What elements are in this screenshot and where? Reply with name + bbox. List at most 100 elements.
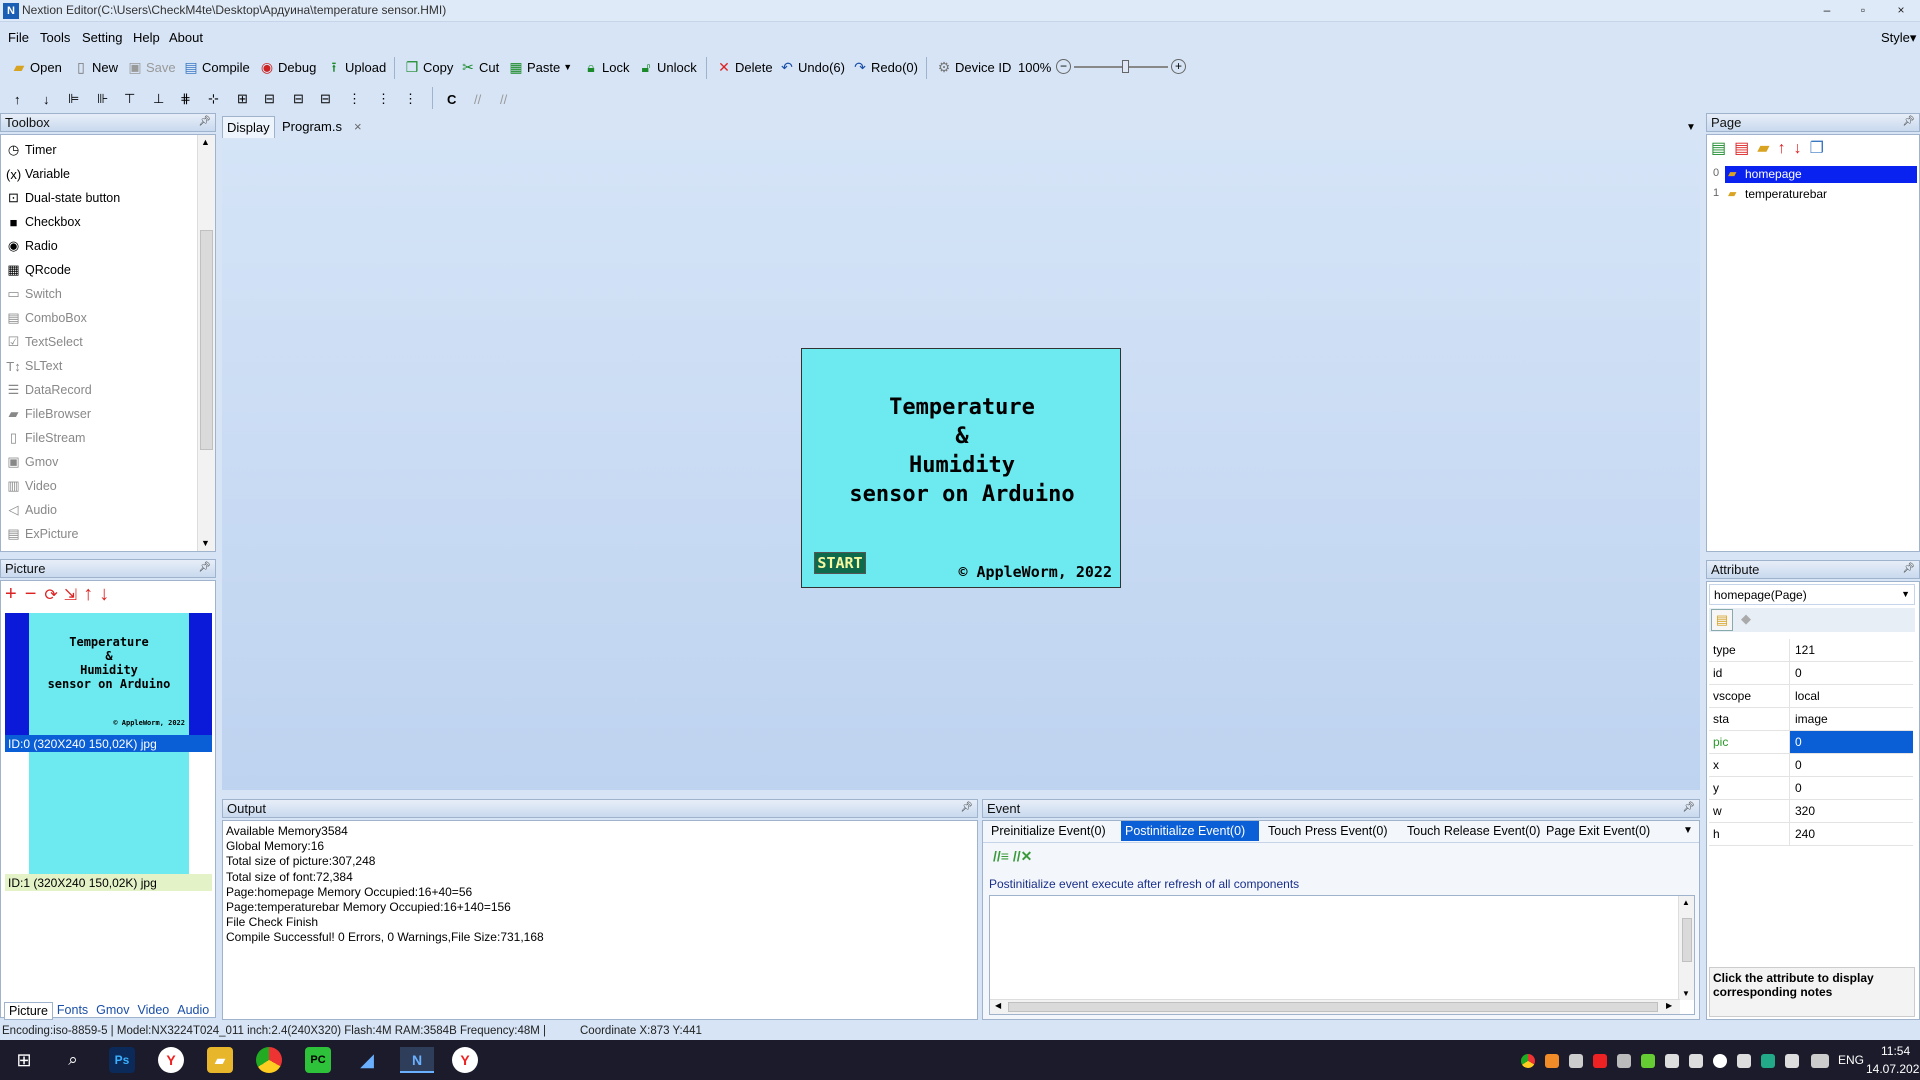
page-item-0[interactable]: 0 homepage ▰ bbox=[1711, 165, 1917, 183]
picture-caption-1[interactable]: ID:1 (320X240 150,02K) jpg bbox=[5, 874, 212, 891]
attribute-row-vscope[interactable]: vscope local bbox=[1709, 685, 1913, 708]
scroll-up-icon[interactable]: ▲ bbox=[201, 137, 210, 147]
menu-help[interactable]: Help bbox=[133, 30, 160, 45]
yandex-browser-icon[interactable]: Y bbox=[158, 1047, 184, 1073]
picture-thumb-1[interactable] bbox=[5, 752, 212, 874]
same-width-icon[interactable]: ⊟ bbox=[264, 88, 275, 110]
pin-icon[interactable]: 📌︎ bbox=[960, 802, 973, 813]
menu-file[interactable]: File bbox=[8, 30, 29, 45]
export-icon[interactable]: ⇲ bbox=[64, 587, 77, 604]
cut-button[interactable]: ✂ Cut bbox=[460, 56, 499, 78]
toolbox-item-switch[interactable]: ▭ Switch bbox=[6, 283, 61, 305]
maximize-button[interactable]: ▫ bbox=[1848, 1, 1878, 19]
replace-icon[interactable]: ⟳ bbox=[44, 587, 57, 604]
code-c-icon[interactable]: C bbox=[447, 88, 456, 110]
tab-display[interactable]: Display bbox=[222, 116, 275, 138]
scroll-thumb[interactable] bbox=[1682, 918, 1692, 962]
toolbox-item-radio[interactable]: ◉ Radio bbox=[6, 235, 58, 257]
picture-thumb-0[interactable]: Temperature & Humidity sensor on Arduino © … bbox=[5, 613, 212, 735]
comment-icon[interactable]: //≡ //✕ bbox=[993, 848, 1032, 865]
nvidia-icon[interactable] bbox=[1641, 1054, 1655, 1068]
attribute-value[interactable]: local bbox=[1795, 689, 1820, 703]
zoom-thumb[interactable] bbox=[1122, 60, 1130, 73]
same-size-icon[interactable]: ⊟ bbox=[320, 88, 331, 110]
distribute-icon[interactable]: ⋮ bbox=[404, 88, 417, 110]
uncomment-icon[interactable]: // bbox=[500, 88, 507, 110]
move-up-icon[interactable]: ↑ bbox=[83, 583, 93, 605]
center-horizontal-icon[interactable]: ⊹ bbox=[208, 88, 219, 110]
pycharm-icon[interactable]: PC bbox=[305, 1047, 331, 1073]
menu-about[interactable]: About bbox=[169, 30, 203, 45]
tab-touch-release[interactable]: Touch Release Event(0) bbox=[1403, 821, 1544, 841]
lcd-preview[interactable]: Temperature & Humidity sensor on Arduino… bbox=[801, 348, 1121, 588]
attribute-value[interactable]: 0 bbox=[1795, 735, 1802, 749]
scroll-left-icon[interactable]: ◀ bbox=[995, 1001, 1001, 1010]
file-explorer-icon[interactable]: ▰ bbox=[207, 1047, 233, 1073]
lock-button[interactable]: 🔒︎ Lock bbox=[583, 56, 629, 78]
chevron-down-icon[interactable]: ▼ bbox=[1686, 122, 1696, 133]
language-indicator[interactable]: ENG bbox=[1838, 1053, 1864, 1067]
picture-caption-0[interactable]: ID:0 (320X240 150,02K) jpg bbox=[5, 735, 212, 752]
microphone-icon[interactable] bbox=[1665, 1054, 1679, 1068]
tab-audio[interactable]: Audio bbox=[173, 1002, 213, 1020]
minimize-button[interactable]: – bbox=[1812, 1, 1842, 19]
attribute-row-y[interactable]: y0 bbox=[1709, 777, 1913, 800]
pin-icon[interactable]: 📌︎ bbox=[1682, 802, 1695, 813]
move-down-icon[interactable]: ↓ bbox=[1794, 140, 1802, 157]
insert-page-icon[interactable]: ▰ bbox=[1757, 140, 1769, 157]
scroll-down-icon[interactable]: ▼ bbox=[1682, 989, 1690, 998]
open-button[interactable]: ▰ Open bbox=[11, 56, 62, 78]
attribute-row-h[interactable]: h 240 bbox=[1709, 823, 1913, 846]
toolbox-item-variable[interactable]: (x) Variable bbox=[6, 163, 70, 185]
add-icon[interactable]: + bbox=[5, 583, 17, 605]
tray-icon[interactable] bbox=[1569, 1054, 1583, 1068]
toolbox-item-timer[interactable]: ◷ Timer bbox=[6, 139, 57, 161]
toolbox-item-combobox[interactable]: ▤ ComboBox bbox=[6, 307, 87, 329]
copy-page-icon[interactable]: ❐ bbox=[1810, 140, 1824, 157]
toolbox-item-datarecord[interactable]: ☰ DataRecord bbox=[6, 379, 92, 401]
attribute-row-pic[interactable]: pic 0 bbox=[1709, 731, 1913, 754]
photoshop-icon[interactable]: Ps bbox=[109, 1047, 135, 1073]
space-horizontal-icon[interactable]: ⋮ bbox=[348, 88, 361, 110]
comment-icon[interactable]: // bbox=[474, 88, 481, 110]
undo-button[interactable]: ↶ Undo(6) bbox=[779, 56, 845, 78]
app-icon[interactable]: ◢ bbox=[354, 1047, 380, 1073]
tray-icon[interactable] bbox=[1689, 1054, 1703, 1068]
scroll-thumb[interactable] bbox=[200, 230, 213, 450]
tab-page-exit[interactable]: Page Exit Event(0) bbox=[1542, 821, 1654, 841]
sort-icon[interactable]: ▤ bbox=[1711, 609, 1733, 631]
tab-gmov[interactable]: Gmov bbox=[92, 1002, 133, 1020]
attribute-value[interactable]: 240 bbox=[1795, 827, 1815, 841]
attribute-row-id[interactable]: id 0 bbox=[1709, 662, 1913, 685]
save-button[interactable]: ▣ Save bbox=[127, 56, 175, 78]
upload-button[interactable]: ⭱ Upload bbox=[326, 56, 387, 78]
tray-icon[interactable] bbox=[1617, 1054, 1631, 1068]
page-item-1[interactable]: 1 ▰ temperaturebar bbox=[1711, 185, 1917, 203]
bring-forward-icon[interactable]: ↑ bbox=[14, 88, 21, 110]
delete-page-icon[interactable]: ▤ bbox=[1734, 140, 1749, 157]
same-height-icon[interactable]: ⊟ bbox=[293, 88, 304, 110]
attribute-row-x[interactable]: x0 bbox=[1709, 754, 1913, 777]
yandex-tray-icon[interactable] bbox=[1713, 1054, 1727, 1068]
tab-postinitialize[interactable]: Postinitialize Event(0) bbox=[1121, 821, 1259, 841]
start-button[interactable]: START bbox=[814, 552, 866, 574]
toolbox-item-dual-state-button[interactable]: ⊡ Dual-state button bbox=[6, 187, 120, 209]
new-button[interactable]: ▯ New bbox=[73, 56, 118, 78]
volume-icon[interactable] bbox=[1785, 1054, 1799, 1068]
tab-picture[interactable]: Picture bbox=[4, 1002, 53, 1020]
copy-button[interactable]: ❐ Copy bbox=[404, 56, 454, 78]
alpha-icon[interactable]: ◆ bbox=[1741, 611, 1751, 627]
close-tab-icon[interactable]: × bbox=[354, 119, 362, 134]
pin-icon[interactable]: 📌︎ bbox=[1902, 116, 1915, 127]
clock-date[interactable]: 14.07.2022 bbox=[1866, 1062, 1920, 1076]
tab-preinitialize[interactable]: Preinitialize Event(0) bbox=[987, 821, 1110, 841]
move-up-icon[interactable]: ↑ bbox=[1778, 140, 1786, 157]
toolbox-item-checkbox[interactable]: ■ Checkbox bbox=[6, 211, 81, 233]
attribute-selector[interactable]: homepage(Page) ▼ bbox=[1709, 584, 1915, 605]
pin-icon[interactable]: 📌︎ bbox=[1902, 563, 1915, 574]
pin-icon[interactable]: 📌︎ bbox=[198, 562, 211, 573]
toolbox-item-video[interactable]: ▥ Video bbox=[6, 475, 56, 497]
network-icon[interactable] bbox=[1737, 1054, 1751, 1068]
attribute-row-type[interactable]: type 121 bbox=[1709, 639, 1913, 662]
delete-button[interactable]: ✕ Delete bbox=[716, 56, 772, 78]
